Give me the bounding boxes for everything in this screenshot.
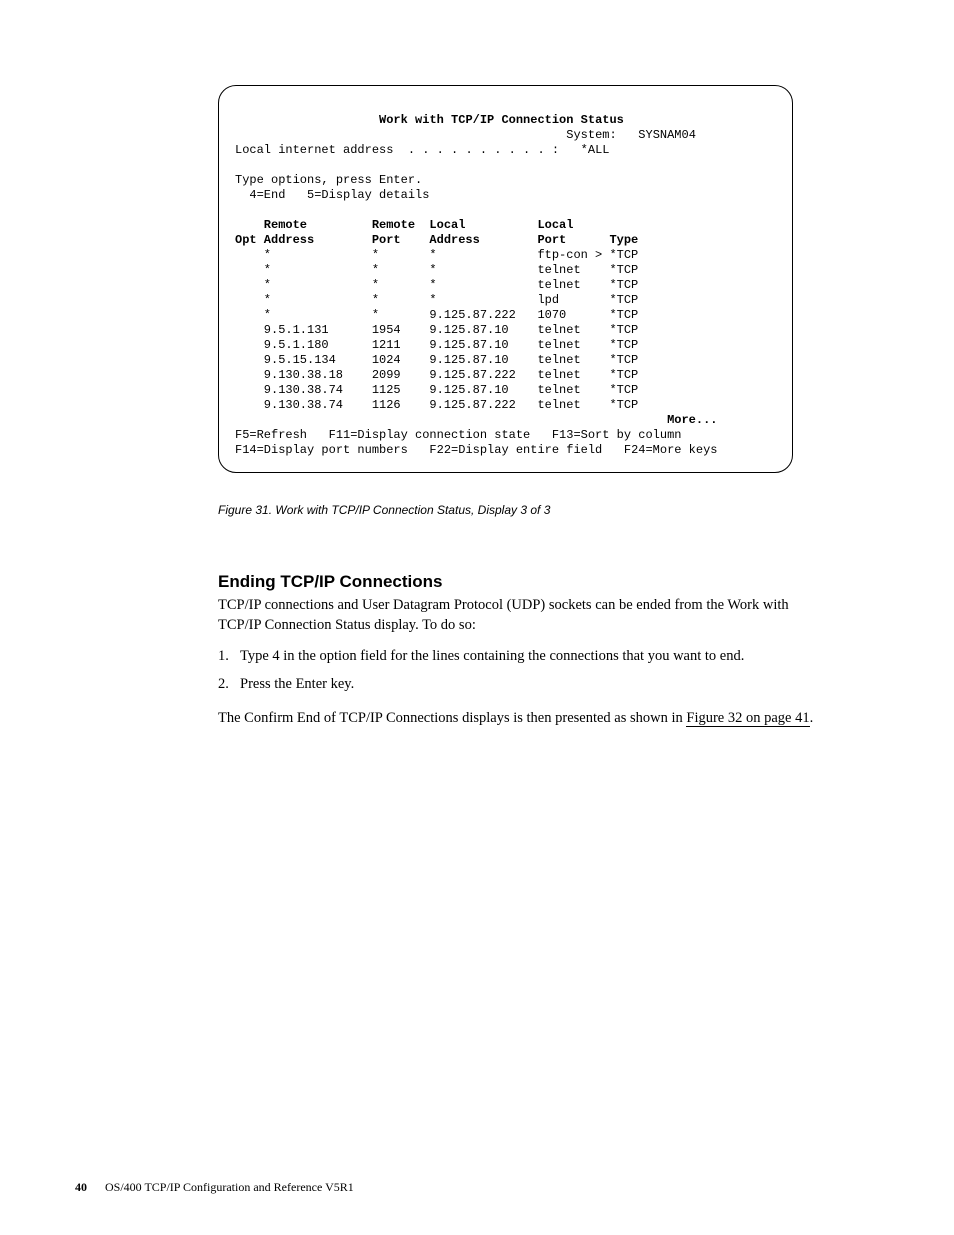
table-row: ***telnet*TCP <box>235 263 776 278</box>
book-title: OS/400 TCP/IP Configuration and Referenc… <box>105 1180 354 1194</box>
table-row: 9.130.38.1820999.125.87.222telnet*TCP <box>235 368 776 383</box>
list-item: 2. Press the Enter key. <box>218 674 833 694</box>
instruction-line-1: Type options, press Enter. <box>235 173 422 187</box>
table-row: ***lpd*TCP <box>235 293 776 308</box>
fkey-line-2: F14=Display port numbers F22=Display ent… <box>235 443 717 457</box>
table-row: 9.5.1.18012119.125.87.10telnet*TCP <box>235 338 776 353</box>
more-indicator: More... <box>235 413 718 427</box>
table-row: 9.130.38.7411269.125.87.222telnet*TCP <box>235 398 776 413</box>
table-header-row1: RemoteRemoteLocalLocal <box>235 218 776 233</box>
page-number: 40 <box>75 1180 87 1194</box>
system-line: System: SYSNAM04 <box>235 128 696 142</box>
section-heading: Ending TCP/IP Connections <box>218 572 839 592</box>
intro-paragraph: TCP/IP connections and User Datagram Pro… <box>218 595 833 636</box>
list-text: Press the Enter key. <box>240 674 354 694</box>
table-row: 9.5.1.13119549.125.87.10telnet*TCP <box>235 323 776 338</box>
table-row: 9.130.38.7411259.125.87.10telnet*TCP <box>235 383 776 398</box>
terminal-screen: Work with TCP/IP Connection Status Syste… <box>218 85 793 473</box>
table-row: ***ftp-con >*TCP <box>235 248 776 263</box>
page-footer: 40 OS/400 TCP/IP Configuration and Refer… <box>75 1180 354 1195</box>
table-body: ***ftp-con >*TCP ***telnet*TCP ***telnet… <box>235 248 776 413</box>
table-row: 9.5.15.13410249.125.87.10telnet*TCP <box>235 353 776 368</box>
table-row: **9.125.87.2221070*TCP <box>235 308 776 323</box>
figure-caption: Figure 31. Work with TCP/IP Connection S… <box>218 503 839 517</box>
table-row: ***telnet*TCP <box>235 278 776 293</box>
closing-paragraph: The Confirm End of TCP/IP Connections di… <box>218 708 833 728</box>
terminal-title: Work with TCP/IP Connection Status <box>235 113 624 127</box>
list-num: 2. <box>218 674 240 694</box>
local-addr-line: Local internet address . . . . . . . . .… <box>235 143 609 157</box>
fkey-line-1: F5=Refresh F11=Display connection state … <box>235 428 681 442</box>
list-num: 1. <box>218 646 240 666</box>
list-item: 1. Type 4 in the option field for the li… <box>218 646 833 666</box>
figure-link[interactable]: Figure 32 on page 41 <box>686 710 809 727</box>
ordered-list: 1. Type 4 in the option field for the li… <box>218 646 833 695</box>
list-text: Type 4 in the option field for the lines… <box>240 646 744 666</box>
table-header-row2: Opt AddressPortAddressPortType <box>235 233 776 248</box>
instruction-line-2: 4=End 5=Display details <box>235 188 429 202</box>
